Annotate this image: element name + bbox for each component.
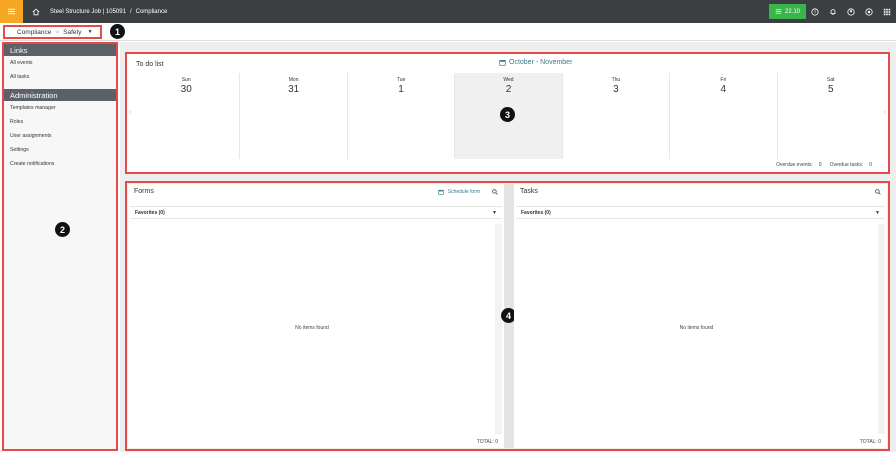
day-number: 31 bbox=[288, 84, 300, 95]
overdue-summary: Overdue events: 0 Overdue tasks: 0 bbox=[776, 162, 872, 168]
todo-panel: To do list October - November ‹ › Sun 30 … bbox=[125, 52, 890, 174]
day-name: Wed bbox=[503, 77, 514, 83]
sidebar-item-all-tasks[interactable]: All tasks bbox=[4, 70, 116, 84]
day-name: Sun bbox=[181, 77, 191, 83]
sidebar-item-templates-manager[interactable]: Templates manager bbox=[4, 101, 116, 115]
todo-title: To do list bbox=[136, 61, 164, 68]
list-icon bbox=[775, 9, 782, 14]
day-name: Sat bbox=[826, 77, 835, 83]
day-number: 3 bbox=[613, 84, 619, 95]
globe-icon[interactable] bbox=[860, 0, 878, 23]
lists-highlight-box bbox=[125, 181, 890, 451]
chevron-right-icon[interactable]: › bbox=[884, 109, 886, 116]
breadcrumb-bar: Compliance > Safety ▼ 1 bbox=[0, 23, 896, 41]
breadcrumb-compliance[interactable]: Compliance bbox=[17, 29, 51, 36]
user-icon[interactable] bbox=[842, 0, 860, 23]
day-column[interactable]: Fri 4 bbox=[670, 73, 778, 159]
project-link[interactable]: Steel Structure Job | 105091 bbox=[50, 9, 126, 15]
day-number: 4 bbox=[720, 84, 727, 95]
bell-icon[interactable] bbox=[824, 0, 842, 23]
day-number: 2 bbox=[505, 84, 512, 95]
chevron-left-icon[interactable]: ‹ bbox=[129, 109, 131, 116]
calendar-icon bbox=[499, 60, 506, 66]
day-name: Thu bbox=[611, 77, 621, 83]
callout-2: 2 bbox=[55, 222, 70, 237]
home-icon[interactable] bbox=[32, 7, 41, 16]
day-name: Mon bbox=[288, 77, 299, 83]
day-number: 30 bbox=[180, 84, 192, 95]
hamburger-icon bbox=[7, 8, 16, 15]
breadcrumb: Compliance > Safety ▼ bbox=[3, 25, 102, 39]
overdue-tasks-count: 0 bbox=[869, 162, 872, 168]
day-number: 5 bbox=[827, 84, 834, 95]
apps-icon[interactable] bbox=[878, 0, 896, 23]
day-column[interactable]: Thu 3 bbox=[563, 73, 671, 159]
project-breadcrumb: Steel Structure Job | 105091 / Complianc… bbox=[50, 9, 167, 15]
sidebar-heading-links: Links bbox=[4, 44, 116, 56]
sidebar-item-all-events[interactable]: All events bbox=[4, 56, 116, 70]
callout-3: 3 bbox=[500, 107, 515, 122]
time-value: 22.10 bbox=[784, 8, 800, 15]
sidebar-item-user-assignments[interactable]: User assignments bbox=[4, 129, 116, 143]
callout-1: 1 bbox=[110, 24, 125, 39]
day-column[interactable]: Mon 31 bbox=[240, 73, 348, 159]
menu-button[interactable] bbox=[0, 0, 23, 23]
sidebar-item-settings[interactable]: Settings bbox=[4, 143, 116, 157]
help-icon[interactable]: ? bbox=[806, 0, 824, 23]
top-bar: Steel Structure Job | 105091 / Complianc… bbox=[0, 0, 896, 23]
section-label: Compliance bbox=[135, 8, 168, 15]
overdue-events-label: Overdue events: bbox=[776, 162, 813, 168]
breadcrumb-separator: > bbox=[55, 28, 60, 36]
day-number: 1 bbox=[398, 84, 404, 95]
day-name: Tue bbox=[396, 77, 406, 83]
time-badge[interactable]: 22.10 bbox=[768, 4, 806, 19]
sidebar: Links All events All tasks Administratio… bbox=[2, 42, 118, 451]
day-column[interactable]: Sun 30 bbox=[133, 73, 241, 159]
day-column[interactable]: Tue 1 bbox=[348, 73, 456, 159]
date-range[interactable]: October - November bbox=[499, 59, 572, 66]
breadcrumb-safety[interactable]: Safety bbox=[63, 29, 81, 36]
day-name: Fri bbox=[720, 77, 727, 83]
breadcrumb-separator: / bbox=[129, 8, 132, 15]
sidebar-heading-administration: Administration bbox=[4, 89, 116, 101]
overdue-events-count: 0 bbox=[818, 162, 822, 168]
chevron-down-icon[interactable]: ▼ bbox=[88, 29, 93, 35]
sidebar-item-roles[interactable]: Roles bbox=[4, 115, 116, 129]
date-range-label: October - November bbox=[509, 59, 573, 66]
sidebar-item-create-notifications[interactable]: Create notifications bbox=[4, 157, 116, 171]
overdue-tasks-label: Overdue tasks: bbox=[829, 162, 864, 168]
svg-text:?: ? bbox=[814, 9, 817, 15]
day-column[interactable]: Sat 5 bbox=[778, 73, 884, 159]
